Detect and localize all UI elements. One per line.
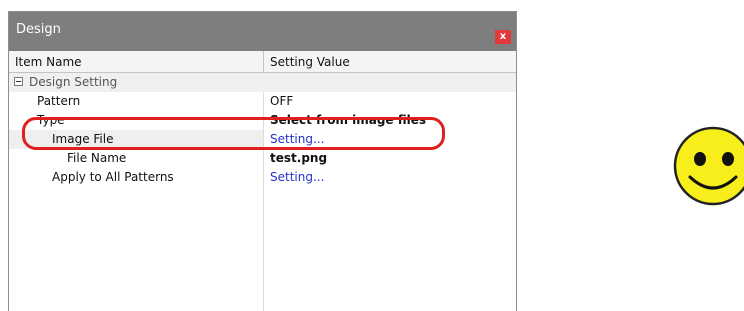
panel-title: Design xyxy=(16,22,61,37)
row-value[interactable]: OFF xyxy=(270,94,293,108)
row-value-link[interactable]: Setting... xyxy=(270,170,324,184)
collapse-icon[interactable] xyxy=(14,77,23,86)
property-row-file-name[interactable]: File Name test.png xyxy=(9,149,516,168)
close-button[interactable]: x xyxy=(495,30,511,44)
title-bar: Design x xyxy=(9,12,516,51)
column-header-setting-value[interactable]: Setting Value xyxy=(270,55,350,69)
design-panel: Design x Item Name Setting Value Design … xyxy=(8,11,517,311)
property-row-type[interactable]: Type Select from image files xyxy=(9,111,516,130)
property-row-pattern[interactable]: Pattern OFF xyxy=(9,92,516,111)
row-name: Image File xyxy=(52,132,114,146)
smiley-face-icon xyxy=(673,126,744,206)
row-name: Type xyxy=(37,113,65,127)
row-name: Pattern xyxy=(37,94,81,108)
property-grid: Item Name Setting Value Design Setting P… xyxy=(9,51,516,311)
row-shade xyxy=(9,130,263,149)
group-row-design-setting[interactable]: Design Setting xyxy=(9,73,516,92)
row-value[interactable]: test.png xyxy=(270,151,327,165)
header-divider xyxy=(263,51,264,72)
row-name: File Name xyxy=(67,151,127,165)
column-header-item-name[interactable]: Item Name xyxy=(15,55,82,69)
row-value-link[interactable]: Setting... xyxy=(270,132,324,146)
group-label: Design Setting xyxy=(29,75,118,89)
row-value[interactable]: Select from image files xyxy=(270,113,426,127)
property-row-image-file[interactable]: Image File Setting... xyxy=(9,130,516,149)
grid-header: Item Name Setting Value xyxy=(9,51,516,73)
row-name: Apply to All Patterns xyxy=(52,170,174,184)
close-icon: x xyxy=(499,31,507,42)
property-row-apply-to-all-patterns[interactable]: Apply to All Patterns Setting... xyxy=(9,168,516,187)
